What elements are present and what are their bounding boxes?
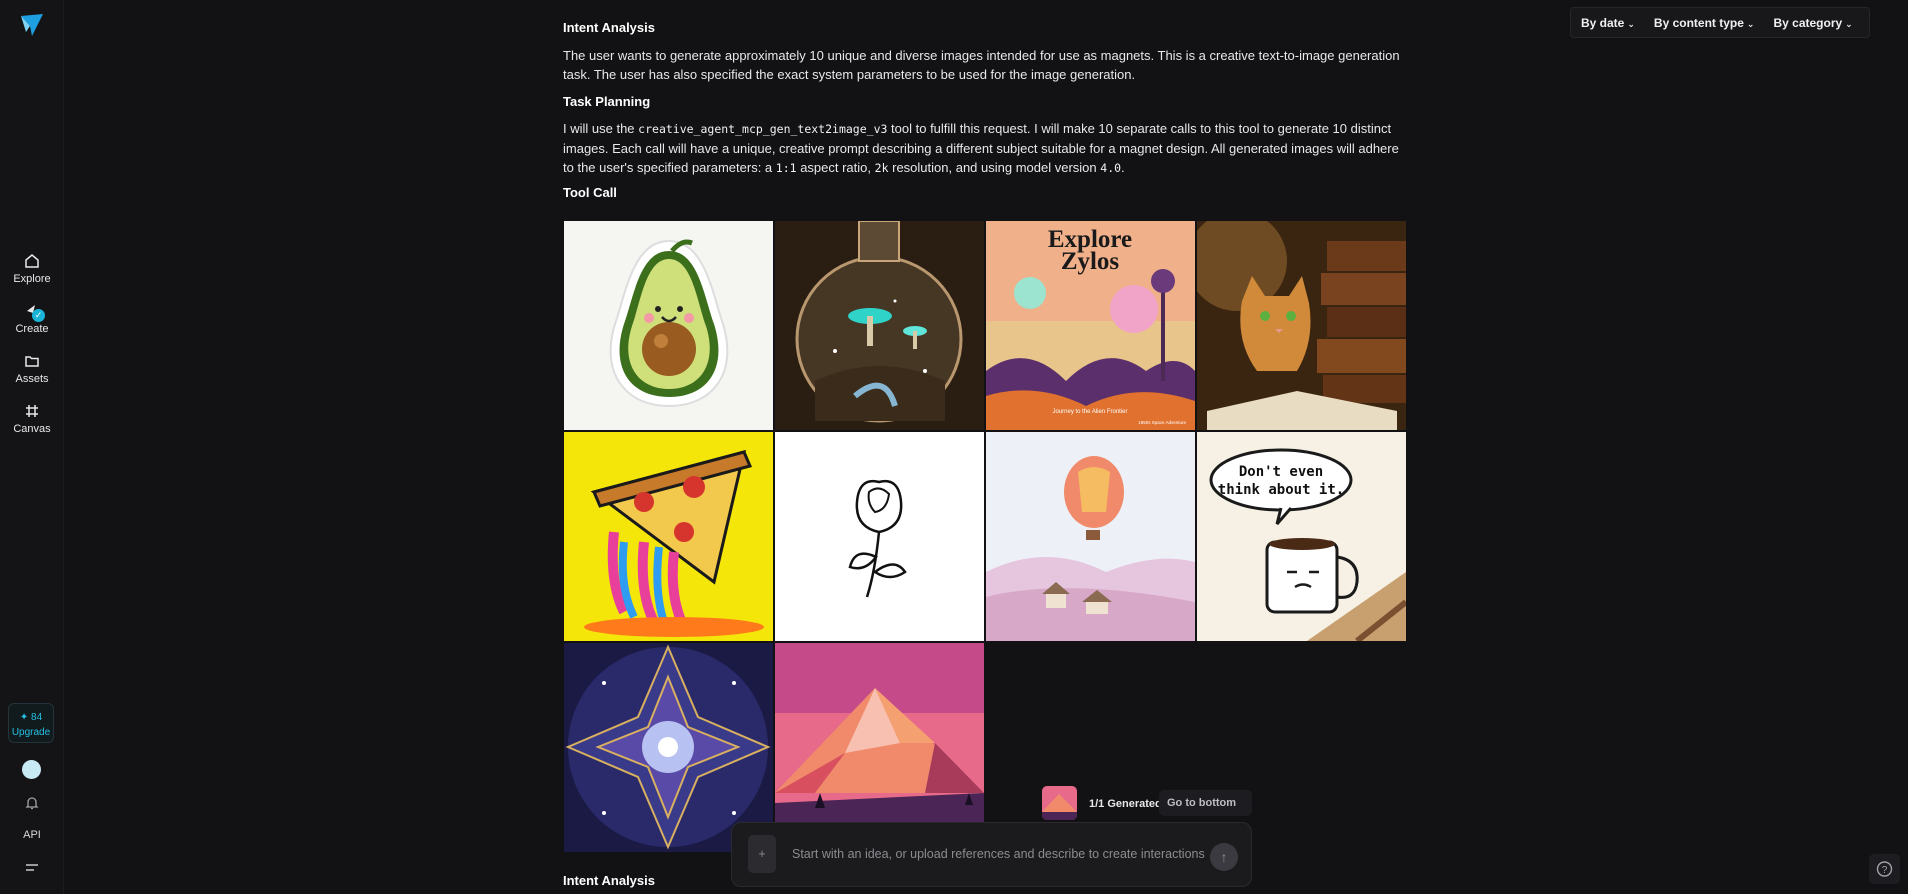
- prompt-input[interactable]: Start with an idea, or upload references…: [792, 847, 1205, 861]
- sidebar-item-create[interactable]: ✓ Create: [0, 302, 64, 335]
- svg-text:?: ?: [1882, 865, 1888, 876]
- image-avocado[interactable]: [564, 221, 773, 430]
- tool-call-heading: Tool Call: [563, 185, 617, 200]
- bell-icon[interactable]: [24, 795, 40, 811]
- help-button[interactable]: ?: [1869, 854, 1900, 884]
- planning-prefix: I will use the: [563, 121, 635, 136]
- sidebar-item-label: Assets: [15, 373, 49, 385]
- image-explore-zylos-poster[interactable]: Explore Zylos Journey to the Alien Front…: [986, 221, 1195, 430]
- planning-text: I will use the creative_agent_mcp_gen_te…: [563, 119, 1408, 178]
- filter-label: By category: [1773, 15, 1843, 30]
- help-icon: ?: [1876, 861, 1893, 877]
- poster-title-2: Zylos: [1061, 248, 1120, 275]
- image-low-poly-mountain[interactable]: [775, 643, 984, 852]
- poster-caption: Journey to the Alien Frontier: [1052, 409, 1127, 415]
- intent-text: The user wants to generate approximately…: [563, 48, 1400, 82]
- image-rose-line-art[interactable]: [775, 432, 984, 641]
- filter-bar: By date ⌄ By content type ⌄ By category ⌄: [1570, 7, 1870, 38]
- credits-count: ✦ 84: [19, 712, 43, 723]
- filter-by-date[interactable]: By date ⌄: [1581, 16, 1635, 30]
- app-logo-icon[interactable]: [18, 12, 46, 38]
- planning-after-ratio: aspect ratio,: [800, 160, 872, 175]
- image-melting-pizza[interactable]: [564, 432, 773, 641]
- image-cat-with-books[interactable]: [1197, 221, 1406, 430]
- planning-end: .: [1121, 160, 1125, 175]
- filter-label: By date: [1581, 15, 1625, 30]
- chevron-down-icon: ⌄: [1627, 18, 1635, 29]
- avatar[interactable]: [22, 760, 41, 779]
- sidebar-item-assets[interactable]: Assets: [0, 352, 64, 385]
- image-grid: Explore Zylos Journey to the Alien Front…: [564, 221, 1408, 852]
- chevron-down-icon: ⌄: [1746, 18, 1755, 29]
- generation-thumbnail[interactable]: [1042, 786, 1077, 820]
- aspect-ratio: 1:1: [775, 161, 797, 175]
- model-version: 4.0: [1100, 161, 1122, 175]
- intent-heading: Intent Analysis: [563, 20, 655, 35]
- filter-by-category[interactable]: By category ⌄: [1773, 16, 1852, 30]
- sidebar-item-canvas[interactable]: Canvas: [0, 402, 64, 435]
- upgrade-label: Upgrade: [11, 727, 51, 738]
- send-button[interactable]: ↑: [1210, 843, 1238, 871]
- tool-name: creative_agent_mcp_gen_text2image_v3: [638, 122, 888, 136]
- sidebar: Explore ✓ Create Assets Canvas ✦ 84 Upgr…: [0, 0, 64, 894]
- planning-heading: Task Planning: [563, 94, 651, 109]
- image-grumpy-mug[interactable]: Don't even think about it.: [1197, 432, 1406, 641]
- go-to-bottom-label: Go to bottom: [1167, 797, 1237, 809]
- api-link[interactable]: API: [0, 829, 64, 841]
- mug-bubble-line-1: Don't even: [1239, 464, 1323, 480]
- next-intent-heading: Intent Analysis: [563, 873, 655, 888]
- generated-count: 1/1 Generated: [1089, 798, 1162, 810]
- sidebar-item-label: Explore: [13, 273, 51, 285]
- poster-corner: 1950s Space Adventure: [1138, 420, 1186, 425]
- sidebar-item-explore[interactable]: Explore: [0, 252, 64, 285]
- image-glass-terrarium[interactable]: [775, 221, 984, 430]
- menu-icon[interactable]: [24, 862, 40, 874]
- canvas-icon: [26, 405, 38, 417]
- image-hot-air-balloon[interactable]: [986, 432, 1195, 641]
- composer: + Start with an idea, or upload referenc…: [731, 822, 1252, 887]
- folder-icon: [25, 356, 39, 367]
- planning-after-res: resolution, and using model version: [892, 160, 1097, 175]
- generation-status: 1/1 Generated Go to bottom »: [1042, 786, 1252, 835]
- filter-by-content-type[interactable]: By content type ⌄: [1654, 16, 1755, 30]
- image-cosmic-mandala[interactable]: [564, 643, 773, 852]
- upload-reference-button[interactable]: +: [748, 835, 776, 873]
- go-to-bottom-button[interactable]: Go to bottom »: [1159, 790, 1252, 835]
- resolution: 2k: [874, 161, 889, 175]
- mug-bubble-line-2: think about it.: [1218, 482, 1344, 498]
- filter-label: By content type: [1653, 15, 1744, 30]
- sidebar-item-label: Canvas: [13, 423, 51, 435]
- check-icon: ✓: [32, 309, 45, 322]
- home-icon: [25, 254, 39, 268]
- chevron-down-icon: ⌄: [1845, 18, 1853, 29]
- sidebar-item-label: Create: [15, 323, 49, 335]
- upgrade-button[interactable]: ✦ 84 Upgrade: [8, 703, 54, 743]
